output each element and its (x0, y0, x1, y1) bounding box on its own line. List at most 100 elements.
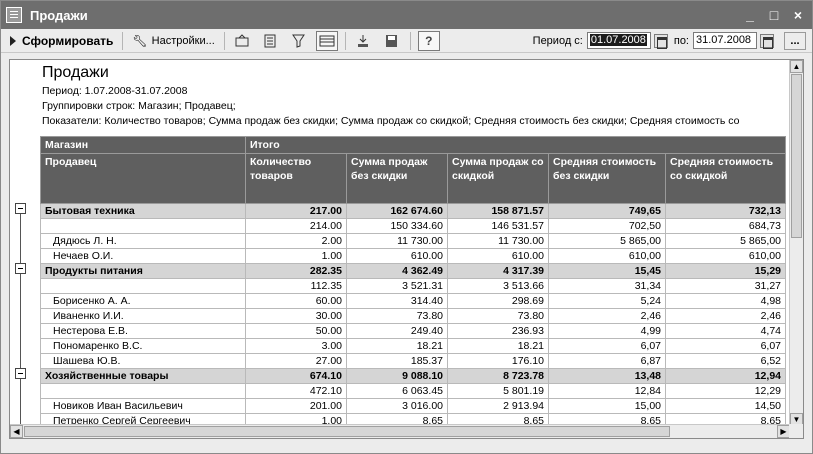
table-body: Бытовая техника 217.00 162 674.60 158 871.5… (40, 203, 786, 429)
horizontal-scroll-thumb[interactable] (24, 426, 670, 437)
cell-sum-discount: 8 723.78 (447, 368, 549, 384)
cell-quantity: 217.00 (245, 203, 347, 219)
report-window: Продажи _ □ × Сформировать 🔧︎ Настройки.… (0, 0, 813, 454)
calendar-icon[interactable] (653, 33, 668, 49)
collapse-icon[interactable] (15, 263, 26, 274)
load-settings-icon[interactable] (353, 31, 375, 51)
vertical-scroll-thumb[interactable] (791, 74, 802, 238)
cell-avg-discount: 732,13 (665, 203, 786, 219)
cell-avg-no-discount: 6,07 (548, 338, 666, 354)
calendar-icon[interactable] (760, 33, 774, 49)
generate-button[interactable]: Сформировать (5, 31, 118, 51)
vertical-scrollbar[interactable]: ▲ ▼ (789, 60, 803, 426)
period-to-label: по: (673, 34, 689, 47)
table-row[interactable]: Шашева Ю.В. 27.00 185.37 176.10 6,87 6,52 (40, 353, 786, 369)
cell-avg-no-discount: 6,87 (548, 353, 666, 369)
cell-avg-discount: 6,07 (665, 338, 786, 354)
table-row[interactable]: Дядюсь Л. Н. 2.00 11 730.00 11 730.00 5 865,… (40, 233, 786, 249)
cell-sum-discount: 11 730.00 (447, 233, 549, 249)
cell-avg-discount: 12,29 (665, 383, 786, 399)
tree-line (20, 376, 21, 426)
row-label (40, 218, 246, 234)
table-row[interactable]: Новиков Иван Васильевич 201.00 3 016.00 2 9… (40, 398, 786, 414)
filter-icon[interactable] (288, 31, 310, 51)
toolbar-separator (223, 31, 225, 50)
table-row[interactable]: Иваненко И.И. 30.00 73.80 73.80 2,46 2,46 (40, 308, 786, 324)
row-label (40, 383, 246, 399)
cell-sum-no-discount: 3 016.00 (346, 398, 448, 414)
row-label: Нечаев О.И. (40, 248, 246, 264)
report-table: Магазин Итого Продавец Количество товаро… (40, 136, 786, 429)
table-row[interactable]: 472.10 6 063.45 5 801.19 12,84 12,29 (40, 383, 786, 399)
period-from-input[interactable]: 01.07.2008 (586, 32, 651, 49)
cell-quantity: 214.00 (245, 218, 347, 234)
table-view-icon[interactable] (315, 30, 338, 51)
cell-avg-no-discount: 15,00 (548, 398, 666, 414)
header-quantity: Количество товаров (245, 153, 347, 204)
toolbar: Сформировать 🔧︎ Настройки... ? Период с:… (1, 29, 812, 53)
collapse-icon[interactable] (15, 203, 26, 214)
header-seller: Продавец (40, 153, 246, 204)
cell-quantity: 2.00 (245, 233, 347, 249)
cell-quantity: 27.00 (245, 353, 347, 369)
table-row[interactable]: 112.35 3 521.31 3 513.66 31,34 31,27 (40, 278, 786, 294)
period-select-button[interactable]: ... (784, 31, 806, 50)
period-from-value: 01.07.2008 (589, 34, 647, 46)
cell-avg-no-discount: 12,84 (548, 383, 666, 399)
maximize-button[interactable]: □ (764, 6, 784, 24)
period-to-input[interactable]: 31.07.2008 (693, 32, 757, 49)
cell-sum-discount: 18.21 (447, 338, 549, 354)
cell-sum-discount: 2 913.94 (447, 398, 549, 414)
horizontal-scrollbar[interactable]: ◀ ▶ (10, 424, 790, 438)
row-label: Бытовая техника (40, 203, 246, 219)
row-label: Хозяйственные товары (40, 368, 246, 384)
cell-sum-discount: 176.10 (447, 353, 549, 369)
header-avg-no-discount: Средняя стоимость без скидки (548, 153, 666, 204)
settings-label: Настройки... (151, 34, 215, 47)
minimize-button[interactable]: _ (740, 6, 760, 24)
scroll-left-icon[interactable]: ◀ (10, 425, 23, 438)
close-button[interactable]: × (788, 6, 808, 24)
cell-avg-discount: 6,52 (665, 353, 786, 369)
group-row[interactable]: Хозяйственные товары 674.10 9 088.10 8 723.… (40, 368, 786, 384)
settings-button[interactable]: 🔧︎ Настройки... (127, 31, 219, 51)
report-period: Период: 1.07.2008-31.07.2008 (42, 85, 188, 97)
cell-avg-no-discount: 702,50 (548, 218, 666, 234)
tree-line (20, 211, 21, 263)
row-label: Пономаренко В.С. (40, 338, 246, 354)
cell-sum-no-discount: 18.21 (346, 338, 448, 354)
cell-sum-discount: 73.80 (447, 308, 549, 324)
help-button[interactable]: ? (417, 30, 440, 51)
group-row[interactable]: Бытовая техника 217.00 162 674.60 158 871.5… (40, 203, 786, 219)
table-row[interactable]: Нечаев О.И. 1.00 610.00 610.00 610,00 610,00 (40, 248, 786, 264)
table-row[interactable]: Борисенко А. А. 60.00 314.40 298.69 5,24 4,98 (40, 293, 786, 309)
cell-sum-no-discount: 73.80 (346, 308, 448, 324)
report-title: Продажи (42, 64, 109, 81)
edit-report-icon[interactable] (260, 31, 282, 51)
cell-quantity: 674.10 (245, 368, 347, 384)
header-store: Магазин (40, 136, 246, 154)
cell-avg-no-discount: 2,46 (548, 308, 666, 324)
header-avg-discount: Средняя стоимость со скидкой (665, 153, 786, 204)
table-row[interactable]: 214.00 150 334.60 146 531.57 702,50 684,73 (40, 218, 786, 234)
title-bar: Продажи _ □ × (1, 1, 812, 29)
table-row[interactable]: Нестерова Е.В. 50.00 249.40 236.93 4,99 4,74 (40, 323, 786, 339)
cell-avg-no-discount: 5,24 (548, 293, 666, 309)
toolbar-separator (409, 31, 411, 50)
cell-sum-no-discount: 4 362.49 (346, 263, 448, 279)
group-row[interactable]: Продукты питания 282.35 4 362.49 4 317.39 15… (40, 263, 786, 279)
report-header: Продажи Период: 1.07.2008-31.07.2008 Гру… (42, 64, 802, 129)
cell-sum-no-discount: 150 334.60 (346, 218, 448, 234)
save-settings-icon[interactable] (381, 31, 403, 51)
cell-sum-no-discount: 9 088.10 (346, 368, 448, 384)
collapse-icon[interactable] (15, 368, 26, 379)
open-variant-icon[interactable] (232, 31, 254, 51)
table-row[interactable]: Пономаренко В.С. 3.00 18.21 18.21 6,07 6,07 (40, 338, 786, 354)
scroll-corner (789, 424, 803, 438)
scroll-up-icon[interactable]: ▲ (790, 60, 803, 73)
cell-avg-no-discount: 4,99 (548, 323, 666, 339)
cell-sum-discount: 298.69 (447, 293, 549, 309)
cell-avg-no-discount: 5 865,00 (548, 233, 666, 249)
cell-avg-no-discount: 749,65 (548, 203, 666, 219)
play-icon (10, 35, 16, 46)
